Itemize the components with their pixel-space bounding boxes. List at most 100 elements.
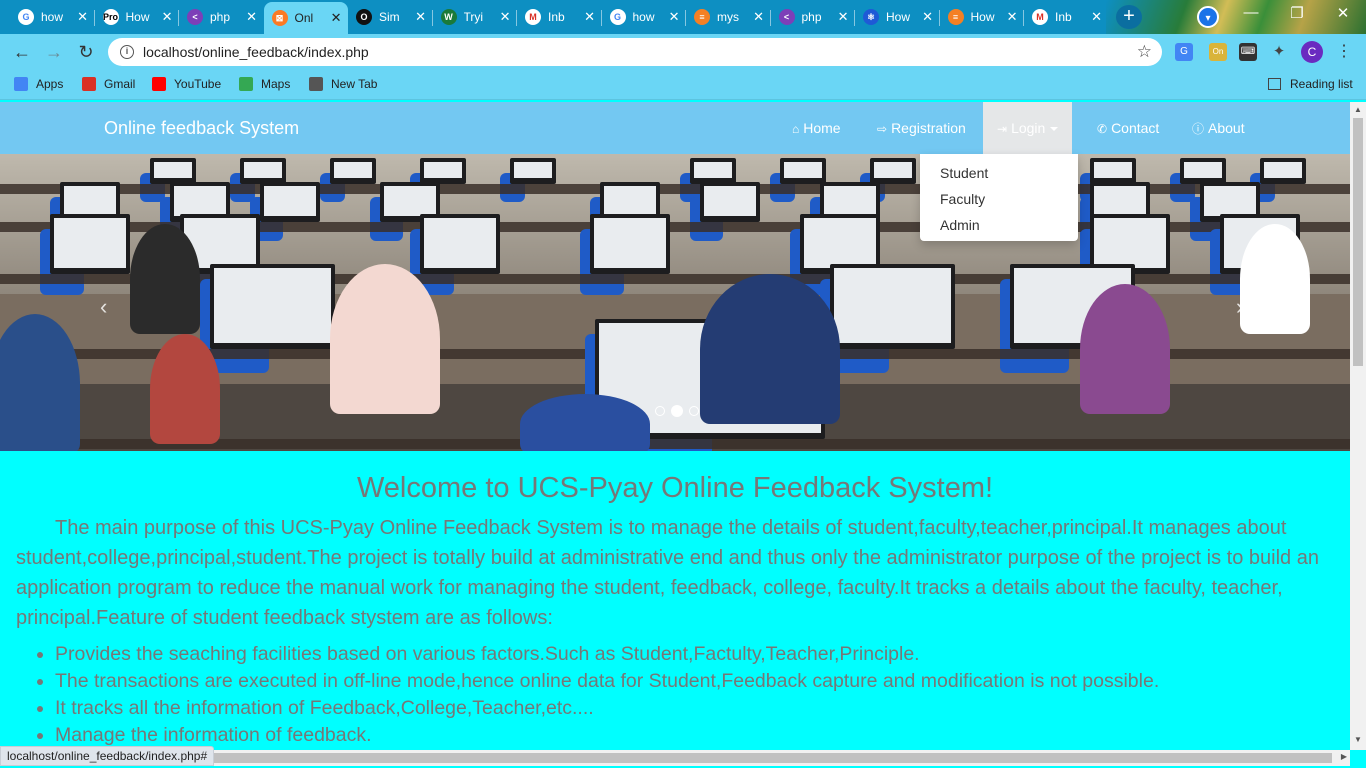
- vertical-scrollbar[interactable]: ▲ ▼: [1350, 102, 1366, 750]
- browser-tab[interactable]: M Inb ✕: [1024, 3, 1108, 31]
- close-tab-icon[interactable]: ✕: [246, 9, 257, 25]
- browser-tab[interactable]: M Inb ✕: [517, 3, 601, 31]
- restore-icon[interactable]: ❐: [1282, 4, 1312, 22]
- vertical-scroll-thumb[interactable]: [1353, 118, 1363, 366]
- close-tab-icon[interactable]: ✕: [1091, 9, 1102, 25]
- tab-separator: [516, 10, 517, 26]
- url-text[interactable]: localhost/online_feedback/index.php: [143, 44, 369, 60]
- login-menu-faculty[interactable]: Faculty: [920, 186, 1078, 212]
- feature-list: Provides the seaching facilities based o…: [16, 641, 1334, 749]
- keyboard-extension-icon[interactable]: ⌨: [1239, 43, 1257, 61]
- login-menu-admin[interactable]: Admin: [920, 212, 1078, 238]
- reading-list-button[interactable]: Reading list: [1268, 77, 1353, 91]
- carousel-next-icon[interactable]: ›: [1236, 294, 1243, 320]
- nav-about[interactable]: ⓘ About: [1178, 102, 1259, 154]
- close-tab-icon[interactable]: ✕: [838, 9, 849, 25]
- horizontal-scroll-thumb[interactable]: [214, 753, 1332, 763]
- tab-search-icon[interactable]: ▾: [1197, 6, 1219, 28]
- bookmark-maps[interactable]: Maps: [239, 77, 290, 91]
- login-icon: ⇥: [997, 122, 1008, 136]
- close-tab-icon[interactable]: ✕: [753, 9, 764, 25]
- close-window-icon[interactable]: ✕: [1328, 4, 1358, 22]
- carousel-indicator[interactable]: [655, 406, 665, 416]
- tab-title: How: [970, 10, 995, 24]
- scroll-down-icon[interactable]: ▼: [1350, 735, 1366, 744]
- tab-strip: Ghow ✕ Pro How ✕ < php ✕ ⊠ Onl ✕ O Sim ✕ W Tryi ✕ M Inb ✕ Gh…: [0, 0, 1366, 34]
- site-brand[interactable]: Online feedback System: [104, 118, 299, 139]
- back-icon[interactable]: ←: [10, 41, 34, 63]
- tab-separator: [685, 10, 686, 26]
- bookmarks-bar: Apps Gmail YouTube Maps New Tab Reading list: [0, 70, 1366, 100]
- bookmark-youtube[interactable]: YouTube: [152, 77, 221, 91]
- carousel-indicator[interactable]: [689, 406, 699, 416]
- browser-tab[interactable]: W Tryi ✕: [433, 3, 517, 31]
- stack-icon: ≡: [694, 9, 710, 25]
- student-figure: [700, 274, 840, 424]
- browser-tab[interactable]: Ghow ✕: [10, 3, 94, 31]
- scroll-up-icon[interactable]: ▲: [1350, 105, 1366, 114]
- close-tab-icon[interactable]: ✕: [500, 9, 511, 25]
- site-info-icon[interactable]: i: [120, 45, 134, 59]
- nav-registration[interactable]: ⇨ Registration: [863, 102, 980, 154]
- browser-tab[interactable]: ⊠ Onl ✕: [263, 2, 348, 34]
- address-bar[interactable]: i localhost/online_feedback/index.php ☆: [108, 38, 1162, 66]
- nav-label: Home: [803, 120, 841, 136]
- scroll-right-icon[interactable]: ▶: [1341, 752, 1347, 761]
- nav-home[interactable]: ⌂ Home: [778, 102, 855, 154]
- carousel-prev-icon[interactable]: ‹: [100, 294, 107, 320]
- tab-separator: [178, 10, 179, 26]
- browser-tab[interactable]: ≡ mys ✕: [686, 3, 770, 31]
- bookmark-label: Maps: [261, 77, 291, 91]
- browser-menu-icon[interactable]: ⋮: [1336, 42, 1352, 62]
- translate-extension-icon[interactable]: G: [1175, 43, 1193, 61]
- extensions-puzzle-icon[interactable]: ✦: [1270, 43, 1288, 61]
- browser-tab[interactable]: Pro How ✕: [95, 3, 179, 31]
- close-tab-icon[interactable]: ✕: [584, 9, 595, 25]
- close-tab-icon[interactable]: ✕: [415, 9, 426, 25]
- close-tab-icon[interactable]: ✕: [331, 10, 342, 26]
- tab-title: php: [801, 10, 822, 24]
- bookmark-label: Gmail: [104, 77, 136, 91]
- nav-login[interactable]: ⇥ Login: [983, 102, 1073, 154]
- monitor-screen: [604, 186, 656, 216]
- nav-contact[interactable]: ✆ Contact: [1083, 102, 1173, 154]
- w-icon: W: [440, 9, 457, 25]
- close-tab-icon[interactable]: ✕: [669, 9, 680, 25]
- stack-icon: ≡: [947, 9, 964, 25]
- monitor-screen: [54, 218, 126, 268]
- browser-tab[interactable]: ≡ How ✕: [940, 3, 1024, 31]
- tab-title: php: [210, 10, 231, 24]
- google-icon: G: [609, 9, 626, 25]
- browser-tab[interactable]: < php ✕: [179, 3, 263, 31]
- bookmark-gmail[interactable]: Gmail: [82, 77, 135, 91]
- new-tab-button[interactable]: +: [1116, 5, 1142, 29]
- tab-title: Inb: [1055, 10, 1072, 24]
- intro-paragraph: The main purpose of this UCS-Pyay Online…: [16, 517, 1319, 629]
- browser-tab[interactable]: ⚛ How ✕: [855, 3, 939, 31]
- browser-tab[interactable]: < php ✕: [771, 3, 855, 31]
- minimize-icon[interactable]: —: [1236, 4, 1266, 21]
- tab-title: Inb: [548, 10, 565, 24]
- close-tab-icon[interactable]: ✕: [162, 9, 173, 25]
- bookmark-star-icon[interactable]: ☆: [1137, 42, 1152, 62]
- browser-tab[interactable]: Ghow ✕: [602, 3, 686, 31]
- tab-title: How: [886, 10, 911, 24]
- carousel-indicator[interactable]: [671, 405, 683, 417]
- tab-title: Onl: [294, 11, 314, 25]
- profile-avatar[interactable]: C: [1301, 41, 1323, 63]
- monitor-screen: [424, 218, 496, 268]
- monitor: [210, 264, 335, 349]
- forward-icon[interactable]: →: [42, 41, 66, 63]
- extension-on-icon[interactable]: On: [1209, 43, 1227, 61]
- close-tab-icon[interactable]: ✕: [77, 9, 88, 25]
- bookmark-apps[interactable]: Apps: [14, 77, 63, 91]
- browser-tab[interactable]: O Sim ✕: [348, 3, 432, 31]
- close-tab-icon[interactable]: ✕: [1007, 9, 1018, 25]
- sign-in-icon: ⇨: [877, 122, 888, 136]
- login-menu-student[interactable]: Student: [920, 160, 1078, 186]
- tab-title: how: [632, 10, 655, 24]
- monitor: [1090, 158, 1136, 184]
- bookmark-new-tab[interactable]: New Tab: [309, 77, 377, 91]
- close-tab-icon[interactable]: ✕: [922, 9, 933, 25]
- reload-icon[interactable]: ↻: [74, 41, 98, 63]
